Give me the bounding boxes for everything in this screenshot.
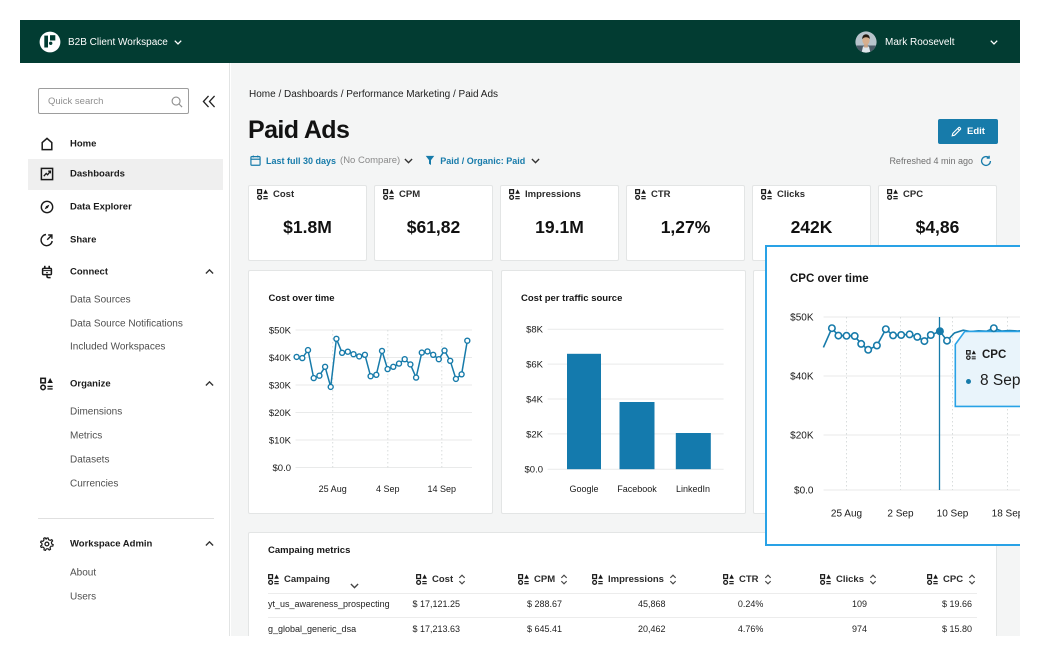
svg-text:$0.0: $0.0 — [273, 463, 292, 474]
svg-text:$50K: $50K — [269, 325, 292, 336]
svg-text:$30K: $30K — [269, 380, 292, 391]
svg-text:10 Sep: 10 Sep — [936, 509, 968, 520]
svg-text:$0.0: $0.0 — [794, 486, 814, 497]
svg-text:$4K: $4K — [526, 394, 544, 405]
svg-text:$2K: $2K — [526, 429, 544, 440]
svg-text:4 Sep: 4 Sep — [376, 484, 400, 494]
svg-text:Facebook: Facebook — [617, 484, 657, 494]
svg-text:Google: Google — [569, 484, 598, 494]
svg-text:$8K: $8K — [526, 325, 544, 336]
svg-text:25 Aug: 25 Aug — [319, 484, 347, 494]
svg-text:$20K: $20K — [790, 431, 814, 442]
svg-text:$6K: $6K — [526, 360, 544, 371]
svg-text:$50K: $50K — [790, 313, 814, 324]
svg-text:$40K: $40K — [790, 372, 814, 383]
svg-text:2 Sep: 2 Sep — [887, 509, 914, 520]
svg-text:$10K: $10K — [269, 435, 292, 446]
svg-text:14 Sep: 14 Sep — [428, 484, 457, 494]
svg-text:25 Aug: 25 Aug — [830, 509, 861, 520]
svg-text:$40K: $40K — [269, 353, 292, 364]
svg-text:$20K: $20K — [269, 408, 292, 419]
svg-text:LinkedIn: LinkedIn — [676, 484, 710, 494]
svg-text:18 Sep: 18 Sep — [991, 509, 1020, 520]
svg-text:$0.0: $0.0 — [525, 465, 544, 476]
